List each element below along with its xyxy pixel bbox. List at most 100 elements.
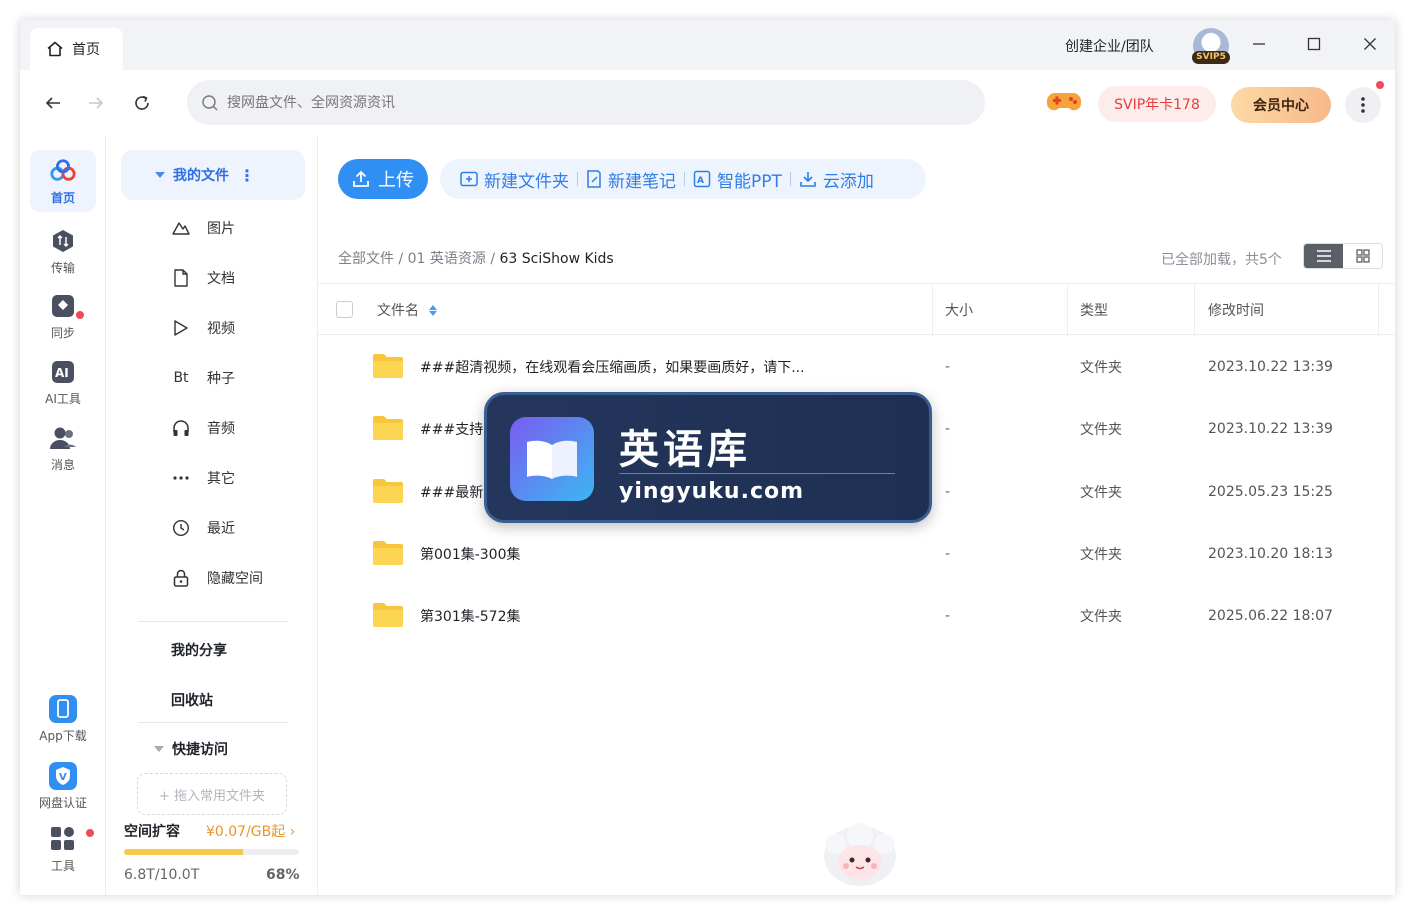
sidebar-item-audio[interactable]: 音频 [171,413,235,443]
rail-item-tools[interactable]: 工具 [30,818,96,880]
select-all-checkbox[interactable] [336,301,353,318]
list-view-button[interactable] [1304,244,1343,268]
column-divider[interactable] [1067,284,1068,336]
new-folder-icon [460,171,478,187]
sidebar-item-torrents[interactable]: Bt 种子 [171,363,235,393]
column-divider[interactable] [1378,284,1379,336]
open-book-icon [510,417,594,501]
collapse-arrow-icon [154,746,164,752]
new-folder-label: 新建文件夹 [484,171,569,192]
refresh-button[interactable] [129,90,155,116]
column-divider[interactable] [1194,284,1195,336]
drop-folder-zone[interactable]: + 拖入常用文件夹 [137,773,287,815]
action-toolbar: 新建文件夹 新建笔记 A 智能PPT 云添加 [440,159,926,199]
search-bar[interactable] [187,80,985,125]
rail-label: App下载 [39,728,87,743]
rail-label: 工具 [50,858,75,873]
close-button[interactable] [1358,32,1382,56]
rail-item-transfer[interactable]: 传输 [30,220,96,282]
my-files-label: 我的文件 [173,168,229,184]
search-input[interactable] [227,94,927,111]
maximize-button[interactable] [1302,32,1326,56]
create-org-link[interactable]: 创建企业/团队 [1065,36,1154,56]
file-modified: 2023.10.22 13:39 [1208,421,1333,437]
file-size: - [945,421,951,437]
sidebar-item-hidden-space[interactable]: 隐藏空间 [171,563,263,593]
tab-home[interactable]: 首页 [30,28,123,70]
table-header: 文件名 大小 类型 修改时间 [318,283,1395,336]
rail-label: AI工具 [45,391,81,406]
arrow-right-icon [89,97,104,109]
back-button[interactable] [40,90,66,116]
rail-label: 消息 [50,457,75,472]
file-type: 文件夹 [1080,485,1122,501]
breadcrumb-root[interactable]: 全部文件 [338,251,394,267]
column-type-header[interactable]: 类型 [1080,284,1108,336]
verify-icon: V [49,761,77,790]
vip-center-button[interactable]: 会员中心 [1231,87,1331,123]
sidebar-item-recycle-bin[interactable]: 回收站 [171,690,213,710]
table-row[interactable]: ###超清视频，在线观看会压缩画质，如果要画质好，请下... - 文件夹 202… [318,336,1395,398]
svip-offer-button[interactable]: SVIP年卡178 [1098,86,1216,122]
sidebar-item-videos[interactable]: 视频 [171,313,235,343]
rail-item-app-download[interactable]: App下载 [30,688,96,750]
upload-button[interactable]: 上传 [338,159,428,199]
svg-text:AI: AI [55,366,69,380]
file-modified: 2023.10.20 18:13 [1208,546,1333,562]
my-files-header[interactable]: 我的文件 ⋮ [121,150,305,200]
arrow-left-icon [45,97,60,109]
file-name: ###最新 [420,485,484,501]
forward-button[interactable] [83,90,109,116]
table-row[interactable]: 第001集-300集 - 文件夹 2023.10.20 18:13 [318,523,1395,585]
sidebar-item-label: 隐藏空间 [207,571,263,587]
quick-access-header[interactable]: 快捷访问 [154,739,228,759]
sidebar-item-documents[interactable]: 文档 [171,263,235,293]
nav-bar: SVIP年卡178 会员中心 [20,70,1395,135]
file-modified: 2023.10.22 13:39 [1208,359,1333,375]
file-name: ###支持 [420,422,484,438]
folder-icon [373,416,403,440]
quick-access-label: 快捷访问 [172,742,228,758]
more-vertical-icon[interactable]: ⋮ [239,166,255,185]
sync-icon [49,292,77,320]
file-type: 文件夹 [1080,422,1122,438]
mascot-assistant-icon[interactable] [822,822,898,888]
rail-item-sync[interactable]: 同步 [30,285,96,347]
minimize-button[interactable] [1247,32,1271,56]
new-note-button[interactable]: 新建笔记 [578,167,684,192]
table-row[interactable]: 第301集-572集 - 文件夹 2025.06.22 18:07 [318,585,1395,647]
column-size-header[interactable]: 大小 [945,284,973,336]
breadcrumb-separator: / [485,251,500,267]
grid-view-button[interactable] [1343,244,1382,268]
rail-item-message[interactable]: 消息 [30,417,96,479]
smart-ppt-button[interactable]: A 智能PPT [685,167,790,192]
rail-label: 网盘认证 [38,795,87,810]
svg-text:V: V [59,772,67,783]
message-icon [49,424,77,452]
sidebar-item-my-share[interactable]: 我的分享 [171,640,227,660]
breadcrumb-level1[interactable]: 01 英语资源 [408,251,486,267]
new-folder-button[interactable]: 新建文件夹 [452,167,577,192]
column-modified-header[interactable]: 修改时间 [1208,284,1264,336]
more-dots-icon [171,468,191,488]
close-icon [1364,38,1376,50]
sidebar-item-images[interactable]: 图片 [171,213,235,243]
sidebar-item-other[interactable]: 其它 [171,463,235,493]
game-center-icon[interactable] [1047,90,1081,118]
column-name-header[interactable]: 文件名 [377,284,437,336]
rail-item-ai-tools[interactable]: AI AI工具 [30,351,96,413]
cloud-add-button[interactable]: 云添加 [791,167,882,192]
sidebar-item-recent[interactable]: 最近 [171,513,235,543]
column-divider[interactable] [932,284,933,336]
more-menu-button[interactable] [1345,87,1381,123]
view-toggle [1303,243,1383,269]
grid-view-icon [1355,249,1370,263]
rail-item-verify[interactable]: V 网盘认证 [30,755,96,817]
storage-expand-link[interactable]: ¥0.07/GB起 › [206,821,295,841]
storage-percent-text: 68% [266,867,300,883]
rail-item-home[interactable]: 首页 [30,150,96,212]
lock-icon [171,568,191,588]
file-type: 文件夹 [1080,360,1122,376]
collapse-arrow-icon [155,172,165,178]
sidebar-item-label: 文档 [207,271,235,287]
